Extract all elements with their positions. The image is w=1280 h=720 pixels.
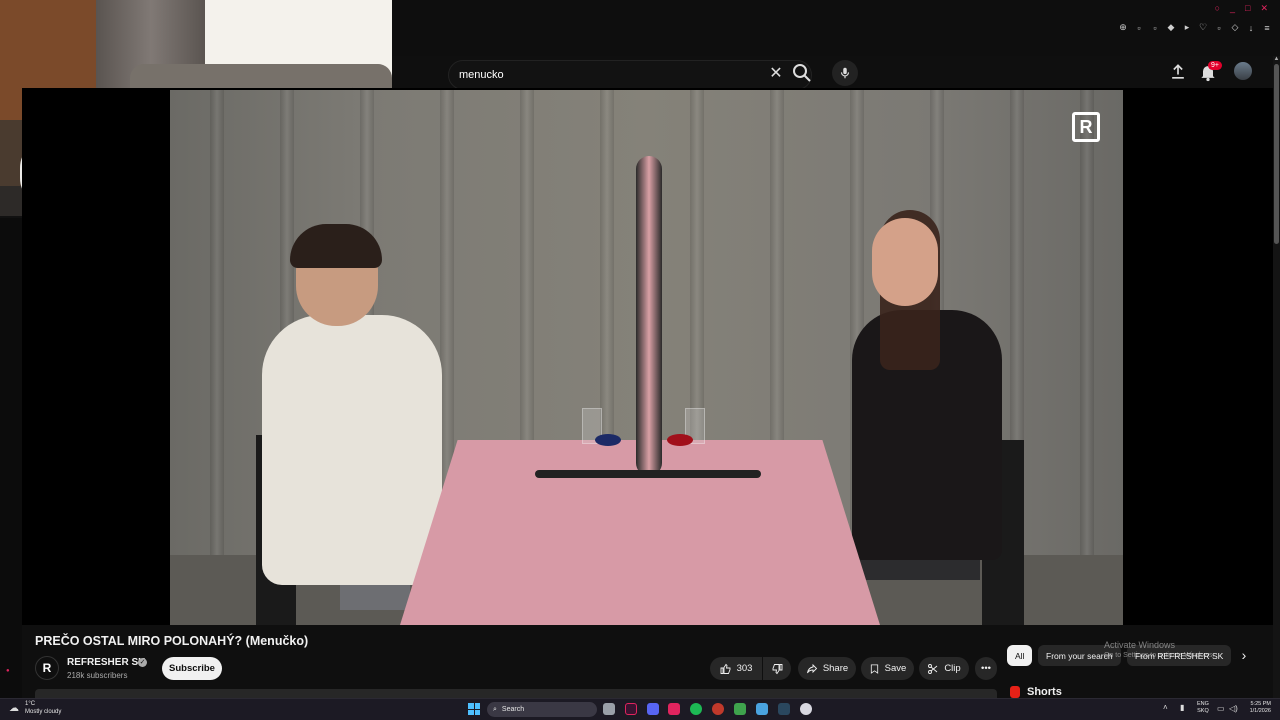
search-input[interactable]: menucko: [448, 60, 812, 90]
steam-icon[interactable]: [778, 703, 790, 715]
person-right-head: [872, 218, 938, 306]
extension-icon[interactable]: ▸: [1182, 22, 1192, 33]
scroll-thumb[interactable]: [1274, 64, 1279, 244]
curtain-fold: [1080, 90, 1094, 625]
opera-icon[interactable]: [625, 703, 637, 715]
chip-all[interactable]: All: [1007, 645, 1033, 666]
weather-desc: Mostly cloudy: [25, 709, 62, 715]
app-icon[interactable]: [756, 703, 768, 715]
curtain-fold: [210, 90, 224, 625]
person-left-body: [262, 315, 442, 585]
table-divider: [636, 156, 662, 476]
video-title: PREČO OSTAL MIRO POLONAHÝ? (Menučko): [35, 634, 309, 648]
upload-icon[interactable]: [1168, 62, 1188, 82]
like-icon: [720, 663, 731, 674]
chrome-icon[interactable]: [712, 703, 724, 715]
video-player[interactable]: R: [22, 88, 1273, 625]
taskbar-search-label: Search: [501, 706, 525, 713]
notification-badge: 9+: [1208, 61, 1222, 70]
heart-icon[interactable]: ♡: [1198, 22, 1208, 33]
zoom-icon[interactable]: ⊕: [1118, 22, 1128, 33]
discord-icon[interactable]: [647, 703, 659, 715]
maximize-icon[interactable]: □: [1245, 3, 1250, 14]
description-box[interactable]: [35, 689, 997, 698]
windows-start-icon[interactable]: [468, 703, 480, 715]
app-icon[interactable]: [668, 703, 680, 715]
volume-icon[interactable]: ◁): [1229, 704, 1238, 713]
chevron-right-icon[interactable]: ›: [1234, 645, 1254, 666]
clip-button[interactable]: Clip: [919, 657, 969, 680]
save-label: Save: [884, 663, 907, 674]
extension-icon[interactable]: ▫: [1214, 23, 1224, 33]
search-query: menucko: [459, 69, 504, 81]
scroll-up-icon[interactable]: ▲: [1273, 56, 1280, 64]
subscriber-count: 218k subscribers: [67, 671, 128, 680]
tray-chevron-icon[interactable]: ˄: [1163, 703, 1168, 712]
dislike-button[interactable]: [763, 657, 791, 680]
save-icon: [870, 663, 878, 674]
shorts-icon: [1010, 686, 1020, 698]
download-icon[interactable]: ↓: [1246, 23, 1256, 33]
taskbar-search[interactable]: ⌕ Search: [487, 702, 597, 717]
weather-temp: 1°C: [25, 701, 36, 707]
channel-name[interactable]: REFRESHER SK: [67, 657, 145, 668]
taskbar: ☁ 1°C Mostly cloudy ⌕ Search ˄ ▮ ENG SKQ…: [0, 698, 1280, 720]
left-strip: [0, 218, 22, 698]
network-icon[interactable]: ▭: [1217, 704, 1225, 713]
video-frame[interactable]: R: [170, 90, 1123, 625]
time: 5:25 PM: [1250, 701, 1271, 707]
subscribe-button[interactable]: Subscribe: [162, 657, 222, 680]
search-icon[interactable]: [790, 61, 816, 87]
share-label: Share: [822, 663, 849, 674]
youtube-header: menucko ✕ 9+: [392, 56, 1280, 90]
left-strip-marker: ●: [6, 668, 10, 674]
channel-watermark-logo[interactable]: R: [1072, 112, 1100, 142]
more-icon[interactable]: •••: [975, 657, 997, 680]
buzzer-red: [667, 434, 693, 446]
share-icon: [806, 663, 817, 673]
minimize-icon[interactable]: _: [1230, 3, 1235, 14]
dislike-icon: [772, 663, 783, 674]
avatar[interactable]: [1234, 62, 1252, 80]
close-window-icon[interactable]: ✕: [1260, 3, 1268, 14]
weather-icon[interactable]: ☁: [9, 703, 21, 715]
like-count: 303: [736, 663, 753, 674]
activate-windows-title: Activate Windows: [1104, 640, 1176, 650]
clip-icon: [928, 663, 938, 674]
window-controls: ○ _ □ ✕: [1215, 3, 1268, 14]
clock[interactable]: 5:25 PM 1/1/2026: [1245, 701, 1271, 715]
share-button[interactable]: Share: [798, 657, 856, 680]
shorts-heading: Shorts: [1027, 686, 1062, 698]
cube-icon[interactable]: ◇: [1230, 22, 1240, 33]
mic-icon[interactable]: [832, 60, 858, 86]
task-view-icon[interactable]: [603, 703, 615, 715]
activate-windows-subtitle: Go to Settings to activate Windows.: [1104, 652, 1215, 659]
app-icon[interactable]: [800, 703, 812, 715]
lang-bottom: SKQ: [1197, 708, 1209, 714]
menu-icon[interactable]: ≡: [1262, 23, 1272, 33]
save-button[interactable]: Save: [861, 657, 914, 680]
extension-icon[interactable]: ▫: [1150, 23, 1160, 33]
search-icon: ⌕: [493, 705, 497, 713]
browser-extensions: ⊕ ▫ ▫ ◆ ▸ ♡ ▫ ◇ ↓ ≡: [1118, 22, 1272, 33]
shield-icon[interactable]: ◆: [1166, 22, 1176, 33]
divider-base: [535, 470, 761, 478]
channel-avatar[interactable]: R: [35, 656, 59, 680]
app-icon[interactable]: [734, 703, 746, 715]
browser-top-bar: ○ _ □ ✕ ⊕ ▫ ▫ ◆ ▸ ♡ ▫ ◇ ↓ ≡: [392, 0, 1280, 56]
spotify-icon[interactable]: [690, 703, 702, 715]
buzzer-blue: [595, 434, 621, 446]
like-button[interactable]: 303: [710, 657, 762, 680]
language-indicator[interactable]: ENG SKQ: [1197, 701, 1209, 715]
profile-icon[interactable]: ○: [1215, 3, 1220, 14]
date: 1/1/2026: [1249, 708, 1271, 714]
extension-icon[interactable]: ▫: [1134, 23, 1144, 33]
lang-top: ENG: [1197, 701, 1209, 707]
close-icon[interactable]: ✕: [764, 62, 788, 86]
clip-label: Clip: [944, 663, 961, 674]
verified-icon: ✓: [138, 658, 147, 667]
mic-icon[interactable]: ▮: [1180, 703, 1188, 714]
